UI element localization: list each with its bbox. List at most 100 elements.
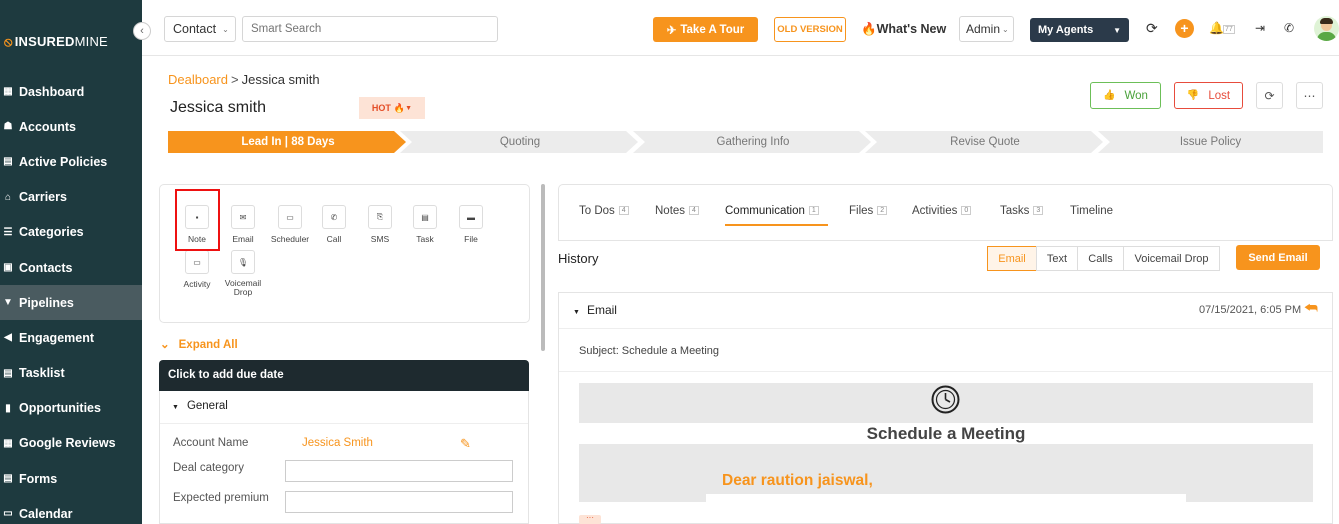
history-title: History — [558, 251, 599, 266]
old-version-button[interactable]: OLD VERSION — [774, 17, 846, 42]
email-subject: Subject: Schedule a Meeting — [579, 345, 720, 357]
take-a-tour-button[interactable]: ✈ Take A Tour — [653, 17, 758, 42]
add-due-date-bar[interactable]: Click to add due date — [159, 360, 529, 391]
task-action[interactable]: ▤ Task — [402, 205, 448, 244]
activity-action[interactable]: ▭ Activity — [174, 250, 220, 289]
filter-voicemail-drop-button[interactable]: Voicemail Drop — [1123, 246, 1220, 271]
refresh-deal-button[interactable]: ⟳ — [1256, 82, 1283, 109]
sidebar-item-engagement[interactable]: ◀ Engagement — [0, 320, 142, 355]
phone-icon[interactable]: ✆ — [1284, 21, 1294, 35]
bell-icon[interactable]: 🔔 — [1209, 21, 1224, 35]
tab-timeline[interactable]: Timeline — [1070, 205, 1113, 217]
filter-calls-button[interactable]: Calls — [1077, 246, 1124, 271]
stage-gathering-info[interactable]: Gathering Info — [633, 131, 873, 153]
clock-icon — [931, 385, 960, 414]
call-action[interactable]: ✆ Call — [311, 205, 357, 244]
sidebar-item-google-reviews[interactable]: ▦ Google Reviews — [0, 426, 142, 461]
smart-search-input[interactable] — [242, 16, 498, 42]
caret-down-icon: ▼ — [1113, 25, 1121, 35]
brand-logo[interactable]: ⦸ INSUREDMINE — [4, 34, 108, 50]
megaphone-icon: ◀ — [4, 332, 12, 344]
history-filter-group: Email Text Calls Voicemail Drop — [987, 246, 1220, 271]
tab-tasks[interactable]: Tasks 3 — [1000, 205, 1044, 217]
email-collapse-toggle[interactable]: ▼ Email — [573, 303, 617, 317]
filter-text-button[interactable]: Text — [1036, 246, 1078, 271]
calendar-icon: ▭ — [278, 205, 302, 229]
whats-new-button[interactable]: 🔥What's New — [861, 22, 946, 37]
chevron-left-icon: ‹ — [140, 25, 144, 37]
temperature-select[interactable]: HOT 🔥 ▼ — [359, 97, 425, 119]
sidebar-item-active-policies[interactable]: ▤ Active Policies — [0, 144, 142, 179]
sidebar-item-calendar[interactable]: ▭ Calendar — [0, 496, 142, 524]
tab-communication[interactable]: Communication 1 — [725, 205, 819, 217]
sidebar-item-contacts[interactable]: ▣ Contacts — [0, 250, 142, 285]
notification-count-badge: 77 — [1223, 25, 1235, 34]
stage-quoting[interactable]: Quoting — [400, 131, 640, 153]
sidebar-item-accounts[interactable]: ☗ Accounts — [0, 109, 142, 144]
more-horizontal-icon: ··· — [586, 513, 594, 522]
stage-revise-quote[interactable]: Revise Quote — [865, 131, 1105, 153]
tab-notes[interactable]: Notes 4 — [655, 205, 699, 217]
pipeline-stages: Lead In | 88 Days Quoting Gathering Info… — [168, 131, 1323, 153]
sidebar-item-forms[interactable]: ▤ Forms — [0, 461, 142, 496]
my-agents-select[interactable]: My Agents ▼ — [1030, 18, 1129, 42]
file-action[interactable]: ▬ File — [448, 205, 494, 244]
more-options-button[interactable]: ⋯ — [1296, 82, 1323, 109]
filter-email-button[interactable]: Email — [987, 246, 1037, 271]
sidebar-collapse-button[interactable]: ‹ — [133, 22, 151, 40]
account-name-value[interactable]: Jessica Smith — [302, 437, 373, 449]
email-timestamp: 07/15/2021, 6:05 PM — [1199, 304, 1302, 316]
users-icon: ☗ — [3, 121, 13, 133]
sms-action[interactable]: ⎘ SMS — [357, 205, 403, 244]
tab-activities[interactable]: Activities 0 — [912, 205, 972, 217]
reply-icon[interactable]: ⮪ — [1304, 300, 1318, 317]
caret-down-icon: ▼ — [405, 104, 413, 112]
bars-icon: ▮ — [5, 402, 11, 414]
general-section-toggle[interactable]: ▼ General — [172, 400, 228, 412]
sidebar-item-opportunities[interactable]: ▮ Opportunities — [0, 391, 142, 426]
grid-icon: ▦ — [3, 86, 13, 98]
show-more-button[interactable]: ··· — [579, 513, 601, 524]
funnel-icon: ▼ — [3, 297, 13, 309]
email-action[interactable]: ✉ Email — [220, 205, 266, 244]
brand-mark-icon: ⦸ — [4, 34, 13, 49]
chevron-down-icon: ⌄ — [222, 24, 229, 34]
scheduler-action[interactable]: ▭ Scheduler — [267, 205, 313, 244]
deal-category-input[interactable] — [285, 460, 513, 482]
task-icon: ▤ — [3, 367, 13, 379]
contact-type-select[interactable]: Contact ⌄ — [164, 16, 236, 42]
admin-select[interactable]: Admin ⌄ — [959, 16, 1014, 42]
sidebar-item-tasklist[interactable]: ▤ Tasklist — [0, 356, 142, 391]
refresh-icon[interactable]: ⟳ — [1146, 20, 1158, 37]
refresh-icon: ⟳ — [1264, 88, 1275, 103]
thumbs-down-icon: 👎 — [1186, 90, 1200, 101]
tab-todos[interactable]: To Dos 4 — [579, 205, 629, 217]
logout-icon[interactable]: ⇥ — [1255, 21, 1265, 35]
bank-icon: ⌂ — [4, 191, 12, 203]
stage-lead-in[interactable]: Lead In | 88 Days — [168, 131, 408, 153]
sidebar-item-pipelines[interactable]: ▼ Pipelines — [0, 285, 142, 321]
won-button[interactable]: 👍 Won — [1090, 82, 1161, 109]
send-email-button[interactable]: Send Email — [1236, 245, 1320, 270]
lost-button[interactable]: 👎 Lost — [1174, 82, 1243, 109]
sidebar-item-carriers[interactable]: ⌂ Carriers — [0, 180, 142, 215]
voicemail-drop-action[interactable]: 🎙 Voicemail Drop — [220, 250, 266, 297]
edit-pencil-icon[interactable]: ✎ — [460, 436, 471, 452]
phone-icon: ✆ — [322, 205, 346, 229]
sidebar-item-dashboard[interactable]: ▦ Dashboard — [0, 74, 142, 109]
tab-files[interactable]: Files 2 — [849, 205, 888, 217]
expand-all-toggle[interactable]: ⌄ Expand All — [160, 337, 238, 351]
user-avatar[interactable] — [1314, 16, 1339, 41]
expected-premium-input[interactable] — [285, 491, 513, 513]
breadcrumb-link-dealboard[interactable]: Dealboard — [168, 72, 228, 87]
add-icon[interactable]: + — [1175, 19, 1194, 38]
contact-icon: ▣ — [3, 262, 13, 274]
stage-issue-policy[interactable]: Issue Policy — [1098, 131, 1323, 153]
sidebar-nav: ▦ Dashboard ☗ Accounts ▤ Active Policies ⌂ C… — [0, 74, 142, 524]
caret-down-icon: ▼ — [573, 309, 580, 316]
left-panel-scrollbar[interactable] — [541, 184, 545, 351]
breadcrumb: Dealboard > Jessica smith — [168, 72, 320, 87]
calendar-icon: ▭ — [185, 250, 209, 274]
flame-icon: 🔥 — [861, 22, 877, 36]
sidebar-item-categories[interactable]: ☰ Categories — [0, 215, 142, 250]
